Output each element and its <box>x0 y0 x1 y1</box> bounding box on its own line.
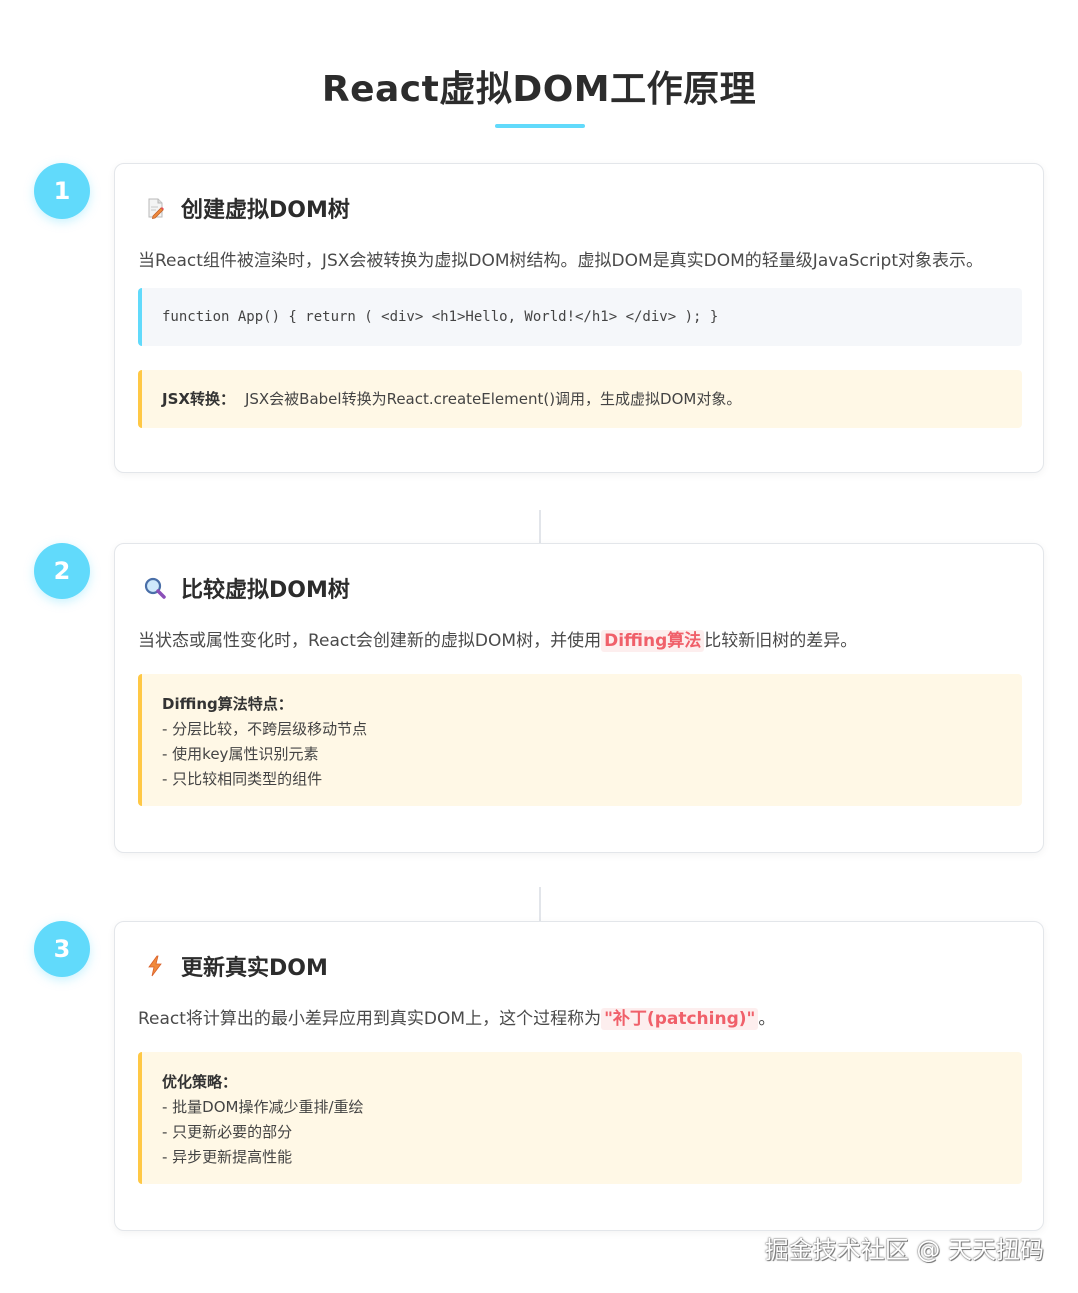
card-heading: 比较虚拟DOM树 <box>181 578 350 603</box>
description-text: 比较新旧树的差异。 <box>704 631 858 651</box>
card-description: React将计算出的最小差异应用到真实DOM上，这个过程称为 "补丁(patchi… <box>138 1004 776 1030</box>
note-line: - 异步更新提高性能 <box>162 1148 293 1166</box>
note-line: - 批量DOM操作减少重排/重绘 <box>162 1098 364 1116</box>
step-connector <box>539 887 541 921</box>
note-box: 优化策略： - 批量DOM操作减少重排/重绘 - 只更新必要的部分 - 异步更新… <box>138 1052 1022 1184</box>
card-description: 当React组件被渲染时，JSX会被转换为虚拟DOM树结构。虚拟DOM是真实DO… <box>138 251 984 271</box>
step-card-compare-vdom: 比较虚拟DOM树 当状态或属性变化时，React会创建新的虚拟DOM树，并使用 D… <box>114 543 1044 853</box>
page-title: React虚拟DOM工作原理 <box>321 69 757 110</box>
step-connector <box>539 510 541 543</box>
note-line: - 只比较相同类型的组件 <box>162 770 323 788</box>
step-number-badge: 2 <box>34 543 90 599</box>
card-heading: 创建虚拟DOM树 <box>181 198 350 223</box>
note-title: JSX转换： <box>162 390 235 408</box>
page: React虚拟DOM工作原理 1 创建虚拟DOM树 当React组件被渲染时，J… <box>0 0 1078 1293</box>
step-card-update-real-dom: 更新真实DOM React将计算出的最小差异应用到真实DOM上，这个过程称为 "补… <box>114 921 1044 1231</box>
highlight-term: "补丁(patching)" <box>601 1008 759 1030</box>
step-number-badge: 3 <box>34 921 90 977</box>
description-text: 当状态或属性变化时，React会创建新的虚拟DOM树，并使用 <box>138 631 602 651</box>
note-text: JSX会被Babel转换为React.createElement()调用，生成虚… <box>244 390 742 408</box>
step-card-create-vdom: 创建虚拟DOM树 当React组件被渲染时，JSX会被转换为虚拟DOM树结构。虚… <box>114 163 1044 473</box>
card-header: 更新真实DOM <box>143 950 328 982</box>
note-box: Diffing算法特点： - 分层比较，不跨层级移动节点 - 使用key属性识别… <box>138 674 1022 806</box>
note-line: - 分层比较，不跨层级移动节点 <box>162 720 368 738</box>
lightning-icon <box>143 954 167 978</box>
title-underline <box>495 124 585 128</box>
magnifier-icon <box>143 576 167 600</box>
note-title: 优化策略： <box>162 1073 238 1091</box>
card-header: 创建虚拟DOM树 <box>143 192 350 224</box>
watermark: 掘金技术社区 @ 天天扭码 <box>764 1236 1044 1264</box>
description-text: React将计算出的最小差异应用到真实DOM上，这个过程称为 <box>138 1009 602 1029</box>
memo-icon <box>143 196 167 220</box>
step-number-badge: 1 <box>34 163 90 219</box>
note-line: - 只更新必要的部分 <box>162 1123 293 1141</box>
card-description: 当状态或属性变化时，React会创建新的虚拟DOM树，并使用 Diffing算法比… <box>138 626 858 652</box>
highlight-term: Diffing算法 <box>601 630 705 652</box>
note-box: JSX转换： JSX会被Babel转换为React.createElement()… <box>138 370 1022 428</box>
note-line: - 使用key属性识别元素 <box>162 745 319 763</box>
card-heading: 更新真实DOM <box>181 956 328 981</box>
code-block: function App() { return ( <div> <h1>Hell… <box>138 288 1022 346</box>
card-header: 比较虚拟DOM树 <box>143 572 350 604</box>
description-text: 。 <box>758 1009 776 1029</box>
note-title: Diffing算法特点： <box>162 695 293 713</box>
